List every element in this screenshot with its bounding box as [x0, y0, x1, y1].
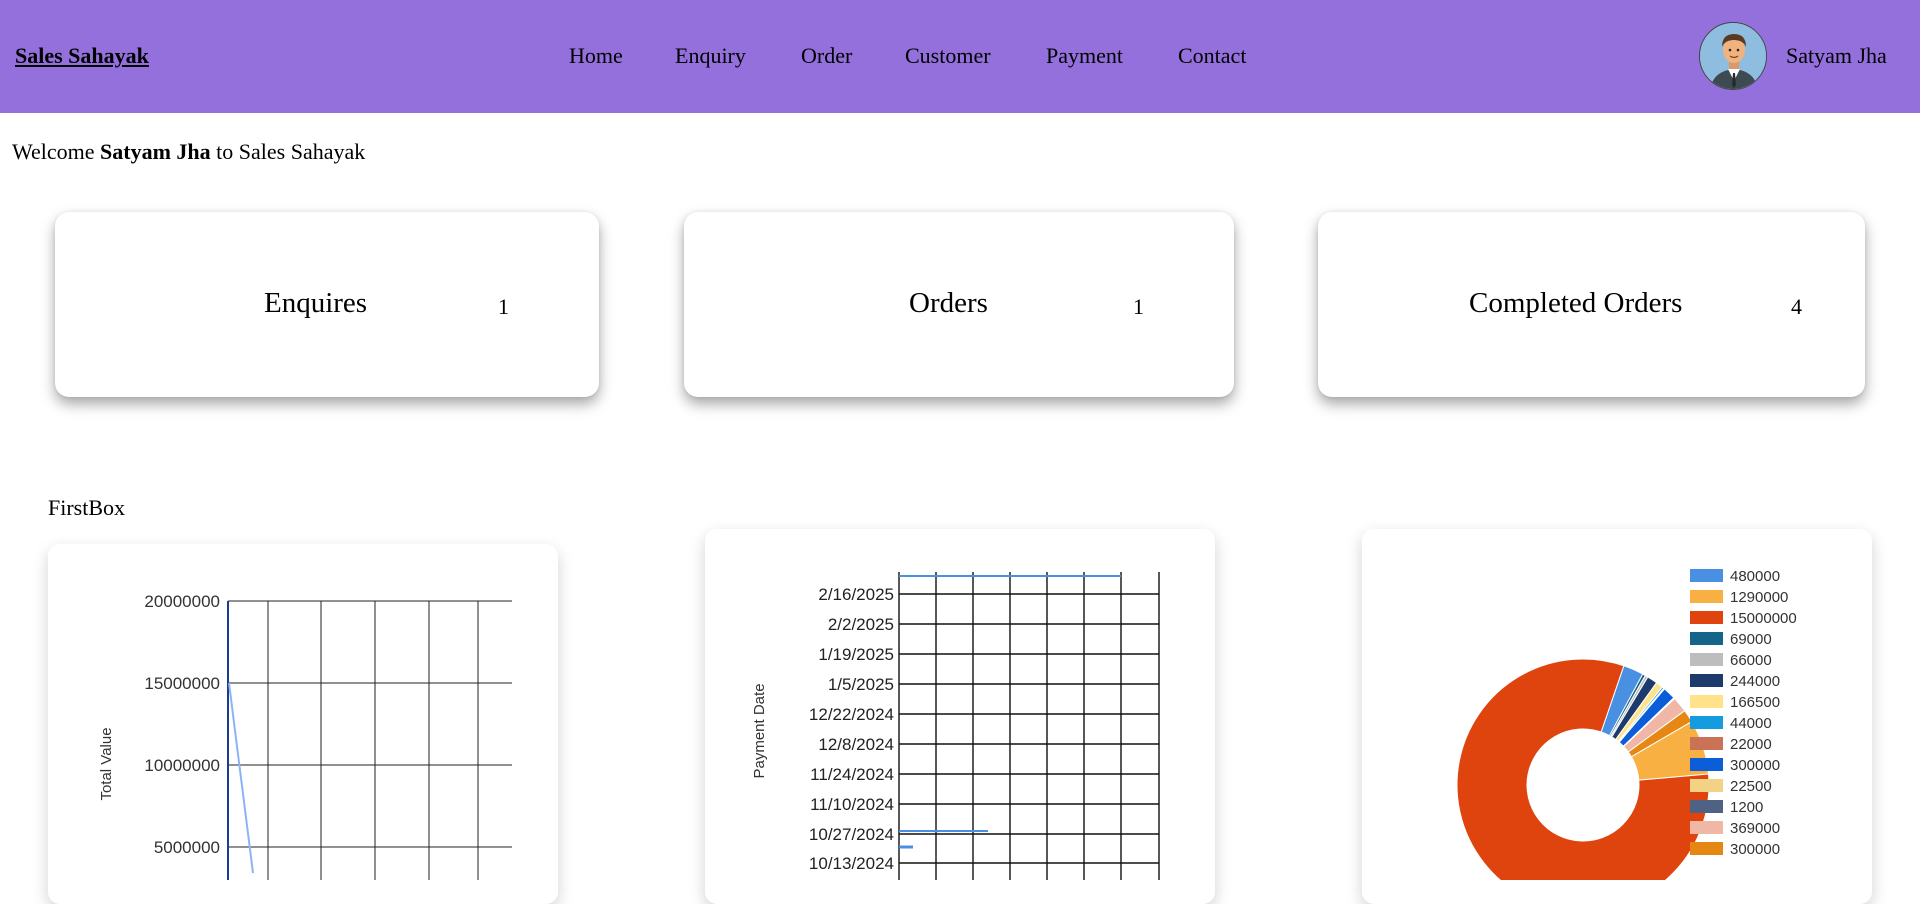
y-tick-label: 12/8/2024	[818, 735, 894, 754]
legend-swatch	[1690, 737, 1723, 750]
legend-swatch	[1690, 821, 1723, 834]
payment-donut-chart: 480000 1290000 15000000 69000 66000 244000 166…	[1456, 568, 1797, 904]
nav-payment[interactable]: Payment	[1046, 43, 1123, 69]
legend-label: 480000	[1730, 568, 1780, 585]
legend-swatch	[1690, 674, 1723, 687]
legend-label: 44000	[1730, 715, 1772, 732]
data-line	[228, 682, 254, 874]
legend-label: 66000	[1730, 652, 1772, 669]
legend-label: 22000	[1730, 736, 1772, 753]
legend-swatch	[1690, 716, 1723, 729]
y-tick-label: 12/22/2024	[809, 705, 894, 724]
welcome-suffix: to Sales Sahayak	[210, 139, 366, 164]
y-tick-label: 11/10/2024	[810, 795, 894, 814]
nav-customer[interactable]: Customer	[905, 43, 991, 69]
legend-label: 69000	[1730, 631, 1772, 648]
legend-swatch	[1690, 758, 1723, 771]
legend-swatch	[1690, 653, 1723, 666]
legend-swatch	[1690, 632, 1723, 645]
welcome-prefix: Welcome	[12, 139, 101, 164]
y-tick-label: 10000000	[144, 756, 220, 775]
legend-label: 369000	[1730, 820, 1780, 837]
completed-orders-label: Completed Orders	[1469, 287, 1683, 319]
completed-orders-count: 4	[1791, 294, 1802, 319]
total-value-chart-card: 20000000 15000000 10000000 5000000 Total Val…	[48, 544, 558, 904]
enquires-label: Enquires	[264, 287, 368, 319]
legend-swatch	[1690, 779, 1723, 792]
y-axis-label: Total Value	[98, 727, 115, 800]
welcome-message: Welcome Satyam Jha to Sales Sahayak	[12, 139, 365, 165]
nav-home[interactable]: Home	[569, 43, 623, 69]
y-tick-label: 20000000	[144, 592, 220, 611]
legend-label: 300000	[1730, 757, 1780, 774]
payment-date-chart: 2/16/2025 2/2/2025 1/19/2025 1/5/2025 12/22/…	[751, 572, 1160, 880]
enquires-card[interactable]: Enquires 1	[55, 212, 599, 397]
user-avatar-icon[interactable]	[1699, 22, 1767, 90]
payment-date-chart-card: 2/16/2025 2/2/2025 1/19/2025 1/5/2025 12/22/…	[705, 529, 1215, 904]
navbar: Sales Sahayak Home Enquiry Order Custome…	[0, 0, 1920, 113]
nav-enquiry[interactable]: Enquiry	[675, 43, 746, 69]
legend-label: 1200	[1730, 799, 1763, 816]
nav-contact[interactable]: Contact	[1178, 43, 1246, 69]
y-tick-label: 10/13/2024	[809, 854, 894, 873]
legend-label: 1290000	[1730, 589, 1788, 606]
completed-orders-card[interactable]: Completed Orders 4	[1318, 212, 1865, 397]
orders-card[interactable]: Orders 1	[684, 212, 1234, 397]
orders-label: Orders	[909, 287, 988, 319]
y-axis-label: Payment Date	[751, 683, 768, 778]
avatar-illustration	[1700, 23, 1766, 89]
legend-label: 244000	[1730, 673, 1780, 690]
donut-chart-card: 480000 1290000 15000000 69000 66000 244000 166…	[1362, 529, 1872, 904]
legend-swatch	[1690, 695, 1723, 708]
legend-swatch	[1690, 590, 1723, 603]
legend-label: 166500	[1730, 694, 1780, 711]
user-name[interactable]: Satyam Jha	[1786, 43, 1887, 69]
y-tick-label: 5000000	[154, 838, 220, 857]
legend-label: 15000000	[1730, 610, 1797, 627]
y-tick-label: 1/19/2025	[818, 645, 894, 664]
nav-order[interactable]: Order	[801, 43, 852, 69]
y-tick-label: 1/5/2025	[828, 675, 894, 694]
y-tick-label: 11/24/2024	[810, 765, 894, 784]
section-title: FirstBox	[48, 495, 126, 520]
y-tick-label: 15000000	[144, 674, 220, 693]
orders-count: 1	[1133, 294, 1144, 319]
y-tick-label: 2/2/2025	[828, 615, 894, 634]
welcome-user-name: Satyam Jha	[100, 139, 211, 164]
legend-label: 22500	[1730, 778, 1772, 795]
enquires-count: 1	[498, 294, 509, 319]
legend-swatch	[1690, 842, 1723, 855]
y-tick-label: 2/16/2025	[818, 585, 894, 604]
legend-label: 300000	[1730, 841, 1780, 858]
legend-swatch	[1690, 611, 1723, 624]
total-value-line-chart: 20000000 15000000 10000000 5000000 Total Val…	[98, 592, 512, 880]
legend-swatch	[1690, 569, 1723, 582]
legend-swatch	[1690, 800, 1723, 813]
y-tick-label: 10/27/2024	[809, 825, 894, 844]
brand-logo[interactable]: Sales Sahayak	[15, 43, 149, 69]
